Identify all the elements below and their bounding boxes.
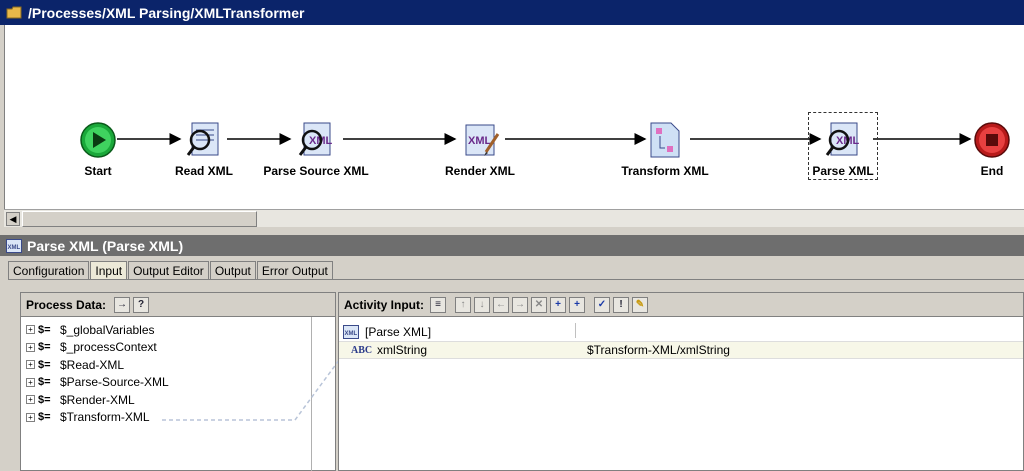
expand-icon[interactable]: + bbox=[26, 412, 35, 422]
move-right-icon[interactable]: → bbox=[512, 296, 528, 313]
variable-icon: $= bbox=[38, 323, 51, 336]
tab-error-output[interactable]: Error Output bbox=[256, 261, 333, 280]
input-field-name: xmlString bbox=[377, 343, 428, 357]
expand-icon[interactable]: + bbox=[26, 395, 35, 405]
add-sibling-icon[interactable]: + bbox=[569, 296, 585, 313]
input-root-label: [Parse XML] bbox=[365, 325, 432, 339]
process-data-label: Process Data: bbox=[26, 297, 107, 312]
node-parse-source-xml[interactable]: XML Parse Source XML bbox=[246, 120, 386, 178]
tree-item-parse-source-xml[interactable]: + $= $Parse-Source-XML bbox=[21, 374, 169, 392]
move-up-icon[interactable]: ↑ bbox=[455, 296, 471, 313]
end-icon bbox=[974, 122, 1010, 158]
process-path: /Processes/XML Parsing/XMLTransformer bbox=[28, 4, 305, 21]
activity-title: Parse XML (Parse XML) bbox=[27, 237, 184, 254]
transform-xml-icon bbox=[650, 122, 680, 158]
activity-input-header: Activity Input: ≡ ↑ ↓ ← → ✕ + + ✓ ! ✎ bbox=[339, 293, 1023, 317]
node-label: Parse Source XML bbox=[263, 164, 369, 178]
node-label: Render XML bbox=[444, 164, 515, 178]
expand-icon[interactable]: + bbox=[26, 325, 35, 335]
move-left-icon[interactable]: ← bbox=[493, 296, 509, 313]
designer-window: /Processes/XML Parsing/XMLTransformer St… bbox=[0, 0, 1024, 471]
scrollbar-thumb[interactable] bbox=[22, 211, 257, 227]
add-child-icon[interactable]: + bbox=[550, 296, 566, 313]
activity-input-pane: Activity Input: ≡ ↑ ↓ ← → ✕ + + ✓ ! ✎ XM… bbox=[338, 292, 1024, 471]
input-root-row[interactable]: XML [Parse XML] bbox=[343, 323, 431, 341]
tree-item-label: $Read-XML bbox=[60, 357, 125, 372]
svg-text:XML: XML bbox=[345, 331, 358, 337]
tab-divider bbox=[8, 279, 1024, 280]
tab-input[interactable]: Input bbox=[90, 261, 128, 280]
read-xml-icon bbox=[186, 122, 219, 156]
start-icon bbox=[80, 122, 116, 158]
variable-icon: $= bbox=[38, 393, 51, 406]
variable-icon: $= bbox=[38, 358, 51, 371]
tree-item-process-context[interactable]: + $= $_processContext bbox=[21, 339, 169, 357]
tree-item-global-variables[interactable]: + $= $_globalVariables bbox=[21, 321, 169, 339]
activity-input-label: Activity Input: bbox=[344, 297, 424, 312]
map-icon[interactable]: → bbox=[114, 296, 131, 313]
mapping-connector bbox=[162, 351, 346, 421]
column-divider bbox=[575, 323, 576, 338]
tab-output[interactable]: Output bbox=[209, 261, 256, 280]
node-label: End bbox=[980, 164, 1004, 178]
variable-icon: $= bbox=[38, 376, 51, 389]
expand-icon[interactable]: + bbox=[26, 360, 35, 370]
process-data-header: Process Data: → ? bbox=[21, 293, 335, 317]
xml-icon: XML bbox=[6, 238, 22, 253]
process-title-bar: /Processes/XML Parsing/XMLTransformer bbox=[0, 0, 1024, 25]
process-data-tree: + $= $_globalVariables + $= $_processContext… bbox=[21, 321, 169, 426]
xpath-formula-icon[interactable]: ≡ bbox=[430, 296, 446, 313]
svg-text:XML: XML bbox=[8, 245, 21, 251]
string-type-icon: ABC bbox=[351, 344, 373, 356]
node-label: Parse XML bbox=[812, 164, 874, 178]
edit-icon[interactable]: ✎ bbox=[632, 296, 648, 313]
folder-icon bbox=[6, 6, 22, 19]
node-parse-xml[interactable]: XML Parse XML bbox=[773, 120, 913, 178]
activity-panel-title: XML Parse XML (Parse XML) bbox=[0, 235, 1024, 256]
input-field-value[interactable]: $Transform-XML/xmlString bbox=[587, 343, 730, 357]
render-xml-icon: XML bbox=[465, 124, 500, 156]
node-label: Transform XML bbox=[621, 164, 709, 178]
tree-item-label: $Render-XML bbox=[60, 392, 135, 407]
tree-item-label: $_globalVariables bbox=[60, 322, 155, 337]
node-transform-xml[interactable]: Transform XML bbox=[595, 120, 735, 178]
validate-icon[interactable]: ✓ bbox=[594, 296, 610, 313]
tree-item-label: $Transform-XML bbox=[60, 410, 150, 425]
xml-icon: XML bbox=[343, 325, 359, 339]
tree-item-transform-xml[interactable]: + $= $Transform-XML bbox=[21, 409, 169, 427]
scroll-left-icon[interactable]: ◀ bbox=[6, 212, 20, 226]
tree-item-label: $Parse-Source-XML bbox=[60, 375, 169, 390]
help-icon[interactable]: ? bbox=[133, 296, 150, 313]
svg-text:XML: XML bbox=[468, 135, 492, 147]
parse-xml-icon: XML bbox=[825, 122, 860, 156]
tree-item-label: $_processContext bbox=[60, 340, 157, 355]
input-field-row[interactable]: ABC xmlString bbox=[351, 341, 427, 359]
variable-icon: $= bbox=[38, 341, 51, 354]
expand-icon[interactable]: + bbox=[26, 342, 35, 352]
move-down-icon[interactable]: ↓ bbox=[474, 296, 490, 313]
node-render-xml[interactable]: XML Render XML bbox=[410, 120, 550, 178]
tab-output-editor[interactable]: Output Editor bbox=[128, 261, 209, 280]
activity-tabs: Configuration Input Output Editor Output… bbox=[8, 261, 334, 280]
variable-icon: $= bbox=[38, 411, 51, 424]
parse-xml-icon: XML bbox=[298, 122, 333, 156]
expand-icon[interactable]: + bbox=[26, 377, 35, 387]
tree-item-read-xml[interactable]: + $= $Read-XML bbox=[21, 356, 169, 374]
canvas-horizontal-scrollbar[interactable]: ◀ bbox=[4, 209, 1024, 227]
node-end[interactable]: End bbox=[922, 120, 1024, 178]
tree-item-render-xml[interactable]: + $= $Render-XML bbox=[21, 391, 169, 409]
delete-icon[interactable]: ✕ bbox=[531, 296, 547, 313]
tab-configuration[interactable]: Configuration bbox=[8, 261, 90, 280]
warning-icon[interactable]: ! bbox=[613, 296, 629, 313]
